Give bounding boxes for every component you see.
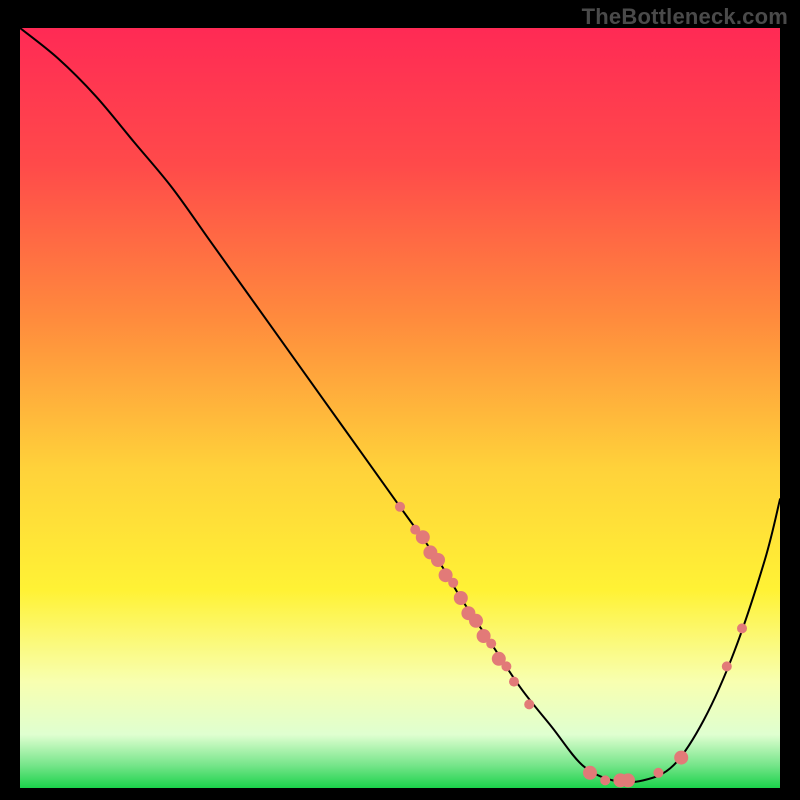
attribution-text: TheBottleneck.com — [582, 4, 788, 30]
marker-dot — [448, 578, 458, 588]
marker-dot — [600, 775, 610, 785]
marker-dot — [486, 639, 496, 649]
marker-dot — [416, 530, 430, 544]
marker-dot — [395, 502, 405, 512]
marker-dot — [674, 751, 688, 765]
marker-dot — [431, 553, 445, 567]
marker-dot — [501, 661, 511, 671]
marker-dot — [469, 614, 483, 628]
marker-dot — [509, 677, 519, 687]
marker-dot — [722, 661, 732, 671]
marker-dot — [737, 623, 747, 633]
plot-area — [20, 28, 780, 788]
chart-svg — [20, 28, 780, 788]
marker-dot — [583, 766, 597, 780]
marker-dot — [454, 591, 468, 605]
marker-dot — [524, 699, 534, 709]
chart-stage: TheBottleneck.com — [0, 0, 800, 800]
marker-dot — [653, 768, 663, 778]
marker-dot — [621, 773, 635, 787]
